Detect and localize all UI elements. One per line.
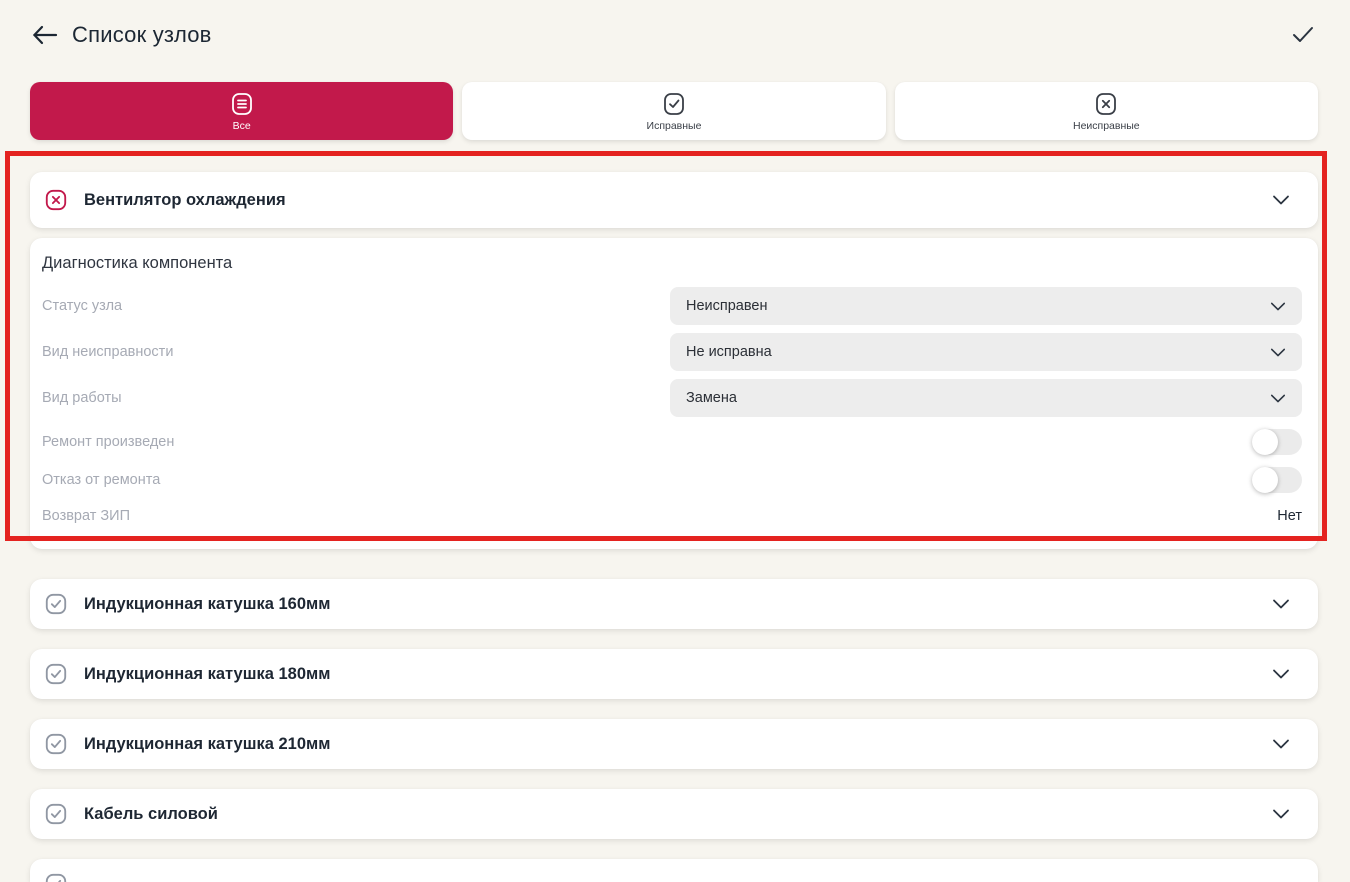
accordion-header-cooling-fan[interactable]: Вентилятор охлаждения bbox=[30, 172, 1318, 228]
repair-refused-toggle[interactable] bbox=[1252, 467, 1302, 493]
accordion-header-power-cable[interactable]: Кабель силовой bbox=[30, 789, 1318, 839]
field-row-zip-return: Возврат ЗИП Нет bbox=[42, 501, 1302, 531]
faulty-x-square-icon bbox=[44, 188, 68, 212]
diagnostics-panel: Диагностика компонента Статус узла Неисп… bbox=[30, 238, 1318, 549]
list-icon bbox=[229, 91, 255, 117]
accordion-header-coil-180[interactable]: Индукционная катушка 180мм bbox=[30, 649, 1318, 699]
chevron-down-icon bbox=[1272, 194, 1290, 206]
node-title: Индукционная катушка 210мм bbox=[84, 735, 330, 754]
field-row-repair-done: Ремонт произведен bbox=[42, 425, 1302, 459]
toggle-knob bbox=[1252, 429, 1278, 455]
chevron-down-icon bbox=[1270, 347, 1286, 358]
work-type-select[interactable]: Замена bbox=[670, 379, 1302, 417]
page-title: Список узлов bbox=[72, 22, 212, 48]
fault-type-select-value: Не исправна bbox=[686, 344, 772, 360]
ok-check-square-icon bbox=[44, 872, 68, 882]
node-title: Кабель силовой bbox=[84, 805, 218, 824]
repair-done-label: Ремонт произведен bbox=[42, 434, 1252, 450]
accordion-header-partial[interactable] bbox=[30, 859, 1318, 882]
status-label: Статус узла bbox=[42, 298, 670, 314]
tab-all-label: Все bbox=[233, 120, 251, 132]
tab-faulty-label: Неисправные bbox=[1073, 120, 1140, 132]
x-square-icon bbox=[1093, 91, 1119, 117]
work-type-label: Вид работы bbox=[42, 390, 670, 406]
back-arrow-icon[interactable] bbox=[30, 20, 60, 50]
repair-done-toggle[interactable] bbox=[1252, 429, 1302, 455]
tab-working[interactable]: Исправные bbox=[462, 82, 885, 140]
node-title: Вентилятор охлаждения bbox=[84, 191, 286, 210]
chevron-down-icon bbox=[1272, 668, 1290, 680]
fault-type-label: Вид неисправности bbox=[42, 344, 670, 360]
fault-type-select[interactable]: Не исправна bbox=[670, 333, 1302, 371]
status-select-value: Неисправен bbox=[686, 298, 767, 314]
chevron-down-icon bbox=[1270, 393, 1286, 404]
field-row-status: Статус узла Неисправен bbox=[42, 287, 1302, 325]
tab-all[interactable]: Все bbox=[30, 82, 453, 140]
accordion-header-coil-160[interactable]: Индукционная катушка 160мм bbox=[30, 579, 1318, 629]
zip-return-label: Возврат ЗИП bbox=[42, 508, 1277, 524]
ok-check-square-icon bbox=[44, 802, 68, 826]
node-title: Индукционная катушка 160мм bbox=[84, 595, 330, 614]
chevron-down-icon bbox=[1272, 808, 1290, 820]
work-type-select-value: Замена bbox=[686, 390, 737, 406]
ok-check-square-icon bbox=[44, 732, 68, 756]
check-square-icon bbox=[661, 91, 687, 117]
tab-faulty[interactable]: Неисправные bbox=[895, 82, 1318, 140]
chevron-down-icon bbox=[1272, 598, 1290, 610]
ok-check-square-icon bbox=[44, 662, 68, 686]
chevron-down-icon bbox=[1270, 301, 1286, 312]
header: Список узлов bbox=[0, 0, 1350, 70]
field-row-repair-refused: Отказ от ремонта bbox=[42, 463, 1302, 497]
confirm-check-icon[interactable] bbox=[1286, 18, 1320, 52]
repair-refused-label: Отказ от ремонта bbox=[42, 472, 1252, 488]
chevron-down-icon bbox=[1272, 738, 1290, 750]
status-select[interactable]: Неисправен bbox=[670, 287, 1302, 325]
accordion-header-coil-210[interactable]: Индукционная катушка 210мм bbox=[30, 719, 1318, 769]
ok-check-square-icon bbox=[44, 592, 68, 616]
tab-working-label: Исправные bbox=[647, 120, 702, 132]
toggle-knob bbox=[1252, 467, 1278, 493]
zip-return-value: Нет bbox=[1277, 508, 1302, 524]
node-title: Индукционная катушка 180мм bbox=[84, 665, 330, 684]
section-title: Диагностика компонента bbox=[42, 254, 1302, 273]
filter-tabs: Все Исправные Неисправные bbox=[30, 82, 1318, 140]
field-row-fault-type: Вид неисправности Не исправна bbox=[42, 333, 1302, 371]
field-row-work-type: Вид работы Замена bbox=[42, 379, 1302, 417]
